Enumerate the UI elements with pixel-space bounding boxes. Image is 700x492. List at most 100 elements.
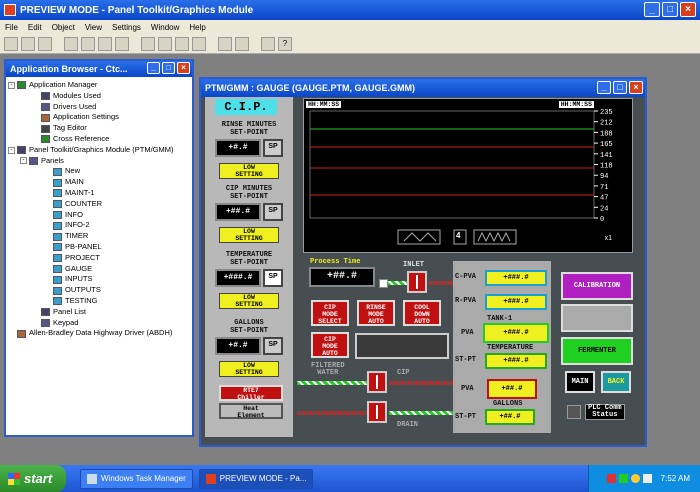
rte7-chiller-button[interactable]: RTE7 Chiller (219, 385, 283, 401)
tree-item[interactable]: New (8, 166, 190, 177)
calibration-button[interactable]: CALIBRATION (561, 272, 633, 300)
menu-window[interactable]: Window (151, 23, 179, 32)
zoom-icon[interactable] (235, 36, 249, 51)
tree-item[interactable]: Cross Reference (8, 134, 190, 145)
cip-mode-auto-button[interactable]: CIP MODE AUTO (311, 332, 349, 358)
tree-item[interactable]: OUTPUTS (8, 285, 190, 296)
save-icon[interactable] (38, 36, 52, 51)
tree-item[interactable]: INFO (8, 210, 190, 221)
heat-element-button[interactable]: Heat Element (219, 403, 283, 419)
tray-icon-2[interactable] (618, 474, 628, 483)
temperature-display[interactable]: +###.# (215, 269, 261, 287)
rinse-low-setting[interactable]: LOW SETTING (219, 163, 279, 179)
back-button[interactable]: BACK (601, 371, 631, 393)
tree-item[interactable]: MAIN (8, 177, 190, 188)
tree-item[interactable]: GAUGE (8, 264, 190, 275)
gallons-st-pt-display[interactable]: +##.# (485, 409, 535, 425)
gauge-close-button[interactable]: × (629, 81, 643, 94)
ungroup-icon[interactable] (175, 36, 189, 51)
cip-sp-button[interactable]: SP (263, 203, 283, 221)
inlet-valve[interactable] (407, 271, 427, 293)
minimize-button[interactable]: _ (644, 2, 660, 17)
browser-minimize-button[interactable]: _ (147, 62, 160, 74)
maximize-button[interactable]: □ (662, 2, 678, 17)
tree-item[interactable]: - Application Manager (8, 80, 190, 91)
expand-toggle-icon[interactable]: - (8, 146, 15, 154)
cip-mode-select-button[interactable]: CIP MODE SELECT (311, 300, 349, 326)
expand-toggle-icon[interactable]: - (20, 157, 27, 165)
tree-item[interactable]: Keypad (8, 318, 190, 329)
print-icon[interactable] (261, 36, 275, 51)
gallons-display[interactable]: +#.# (215, 337, 261, 355)
main-button[interactable]: MAIN (565, 371, 595, 393)
layer-icon[interactable] (192, 36, 206, 51)
tray-icon-1[interactable] (606, 474, 616, 483)
tree-item[interactable]: MAINT-1 (8, 188, 190, 199)
menu-object[interactable]: Object (52, 23, 75, 32)
tree-item[interactable]: INFO-2 (8, 220, 190, 231)
cip-minutes-display[interactable]: +##.# (215, 203, 261, 221)
tree-item[interactable]: Allen-Bradley Data Highway Driver (ABDH) (8, 328, 190, 339)
gallons-low-setting[interactable]: LOW SETTING (219, 361, 279, 377)
rinse-sp-button[interactable]: SP (263, 139, 283, 157)
paste-icon[interactable] (98, 36, 112, 51)
cip-low-setting[interactable]: LOW SETTING (219, 227, 279, 243)
tray-icon-3[interactable] (630, 474, 640, 483)
menu-edit[interactable]: Edit (28, 23, 42, 32)
rinse-mode-auto-button[interactable]: RINSE MODE AUTO (357, 300, 395, 326)
tree-item[interactable]: PROJECT (8, 253, 190, 264)
new-file-icon[interactable] (4, 36, 18, 51)
tree-item[interactable]: INPUTS (8, 274, 190, 285)
menu-settings[interactable]: Settings (112, 23, 141, 32)
pointer-icon[interactable] (218, 36, 232, 51)
start-button[interactable]: start (0, 465, 66, 492)
open-folder-icon[interactable] (21, 36, 35, 51)
delete-icon[interactable] (115, 36, 129, 51)
c-pva-display[interactable]: +###.# (485, 270, 547, 286)
preview-mode-task[interactable]: PREVIEW MODE - Pa... (198, 468, 314, 489)
fermenter-button[interactable]: FERMENTER (561, 337, 633, 365)
rinse-display[interactable]: +#.# (215, 139, 261, 157)
align-icon[interactable] (141, 36, 155, 51)
help-icon[interactable]: ? (278, 36, 292, 51)
browser-maximize-button[interactable]: □ (162, 62, 175, 74)
tree-item[interactable]: - Panel Toolkit/Graphics Module (PTM/GMM) (8, 145, 190, 156)
tree-item[interactable]: Tag Editor (8, 123, 190, 134)
cut-icon[interactable] (64, 36, 78, 51)
tree-item-label: PROJECT (65, 252, 101, 262)
group-icon[interactable] (158, 36, 172, 51)
tree-item[interactable]: PB-PANEL (8, 242, 190, 253)
tree-item[interactable]: Drivers Used (8, 102, 190, 113)
tree-item[interactable]: TIMER (8, 231, 190, 242)
gauge-maximize-button[interactable]: □ (613, 81, 627, 94)
tree-item[interactable]: Panel List (8, 307, 190, 318)
tray-icon-4[interactable] (642, 474, 652, 483)
menu-file[interactable]: File (5, 23, 18, 32)
temp-st-pt-display[interactable]: +###.# (485, 353, 547, 369)
browser-close-button[interactable]: × (177, 62, 190, 74)
tree-item[interactable]: Application Settings (8, 112, 190, 123)
zoom-in-button[interactable] (397, 229, 441, 245)
tree-item[interactable]: Modules Used (8, 91, 190, 102)
menu-view[interactable]: View (85, 23, 102, 32)
copy-icon[interactable] (81, 36, 95, 51)
menu-help[interactable]: Help (189, 23, 205, 32)
task-manager-task[interactable]: Windows Task Manager (80, 468, 193, 489)
tree-item[interactable]: - Panels (8, 156, 190, 167)
blank-button[interactable] (561, 304, 633, 332)
cip-valve[interactable] (367, 371, 387, 393)
tree-item[interactable]: COUNTER (8, 199, 190, 210)
temp-pva-display[interactable]: +###.# (483, 323, 549, 343)
expand-toggle-icon[interactable]: - (8, 81, 15, 89)
temperature-sp-button[interactable]: SP (263, 269, 283, 287)
tree-item[interactable]: TESTING (8, 296, 190, 307)
temperature-low-setting[interactable]: LOW SETTING (219, 293, 279, 309)
gallons-pva-display[interactable]: +##.# (487, 379, 537, 399)
cool-down-auto-button[interactable]: COOL DOWN AUTO (403, 300, 441, 326)
close-button[interactable]: × (680, 2, 696, 17)
r-pva-display[interactable]: +###.# (485, 294, 547, 310)
drain-valve[interactable] (367, 401, 387, 423)
gauge-minimize-button[interactable]: _ (597, 81, 611, 94)
gallons-sp-button[interactable]: SP (263, 337, 283, 355)
process-time-display[interactable]: +##.# (309, 267, 375, 287)
